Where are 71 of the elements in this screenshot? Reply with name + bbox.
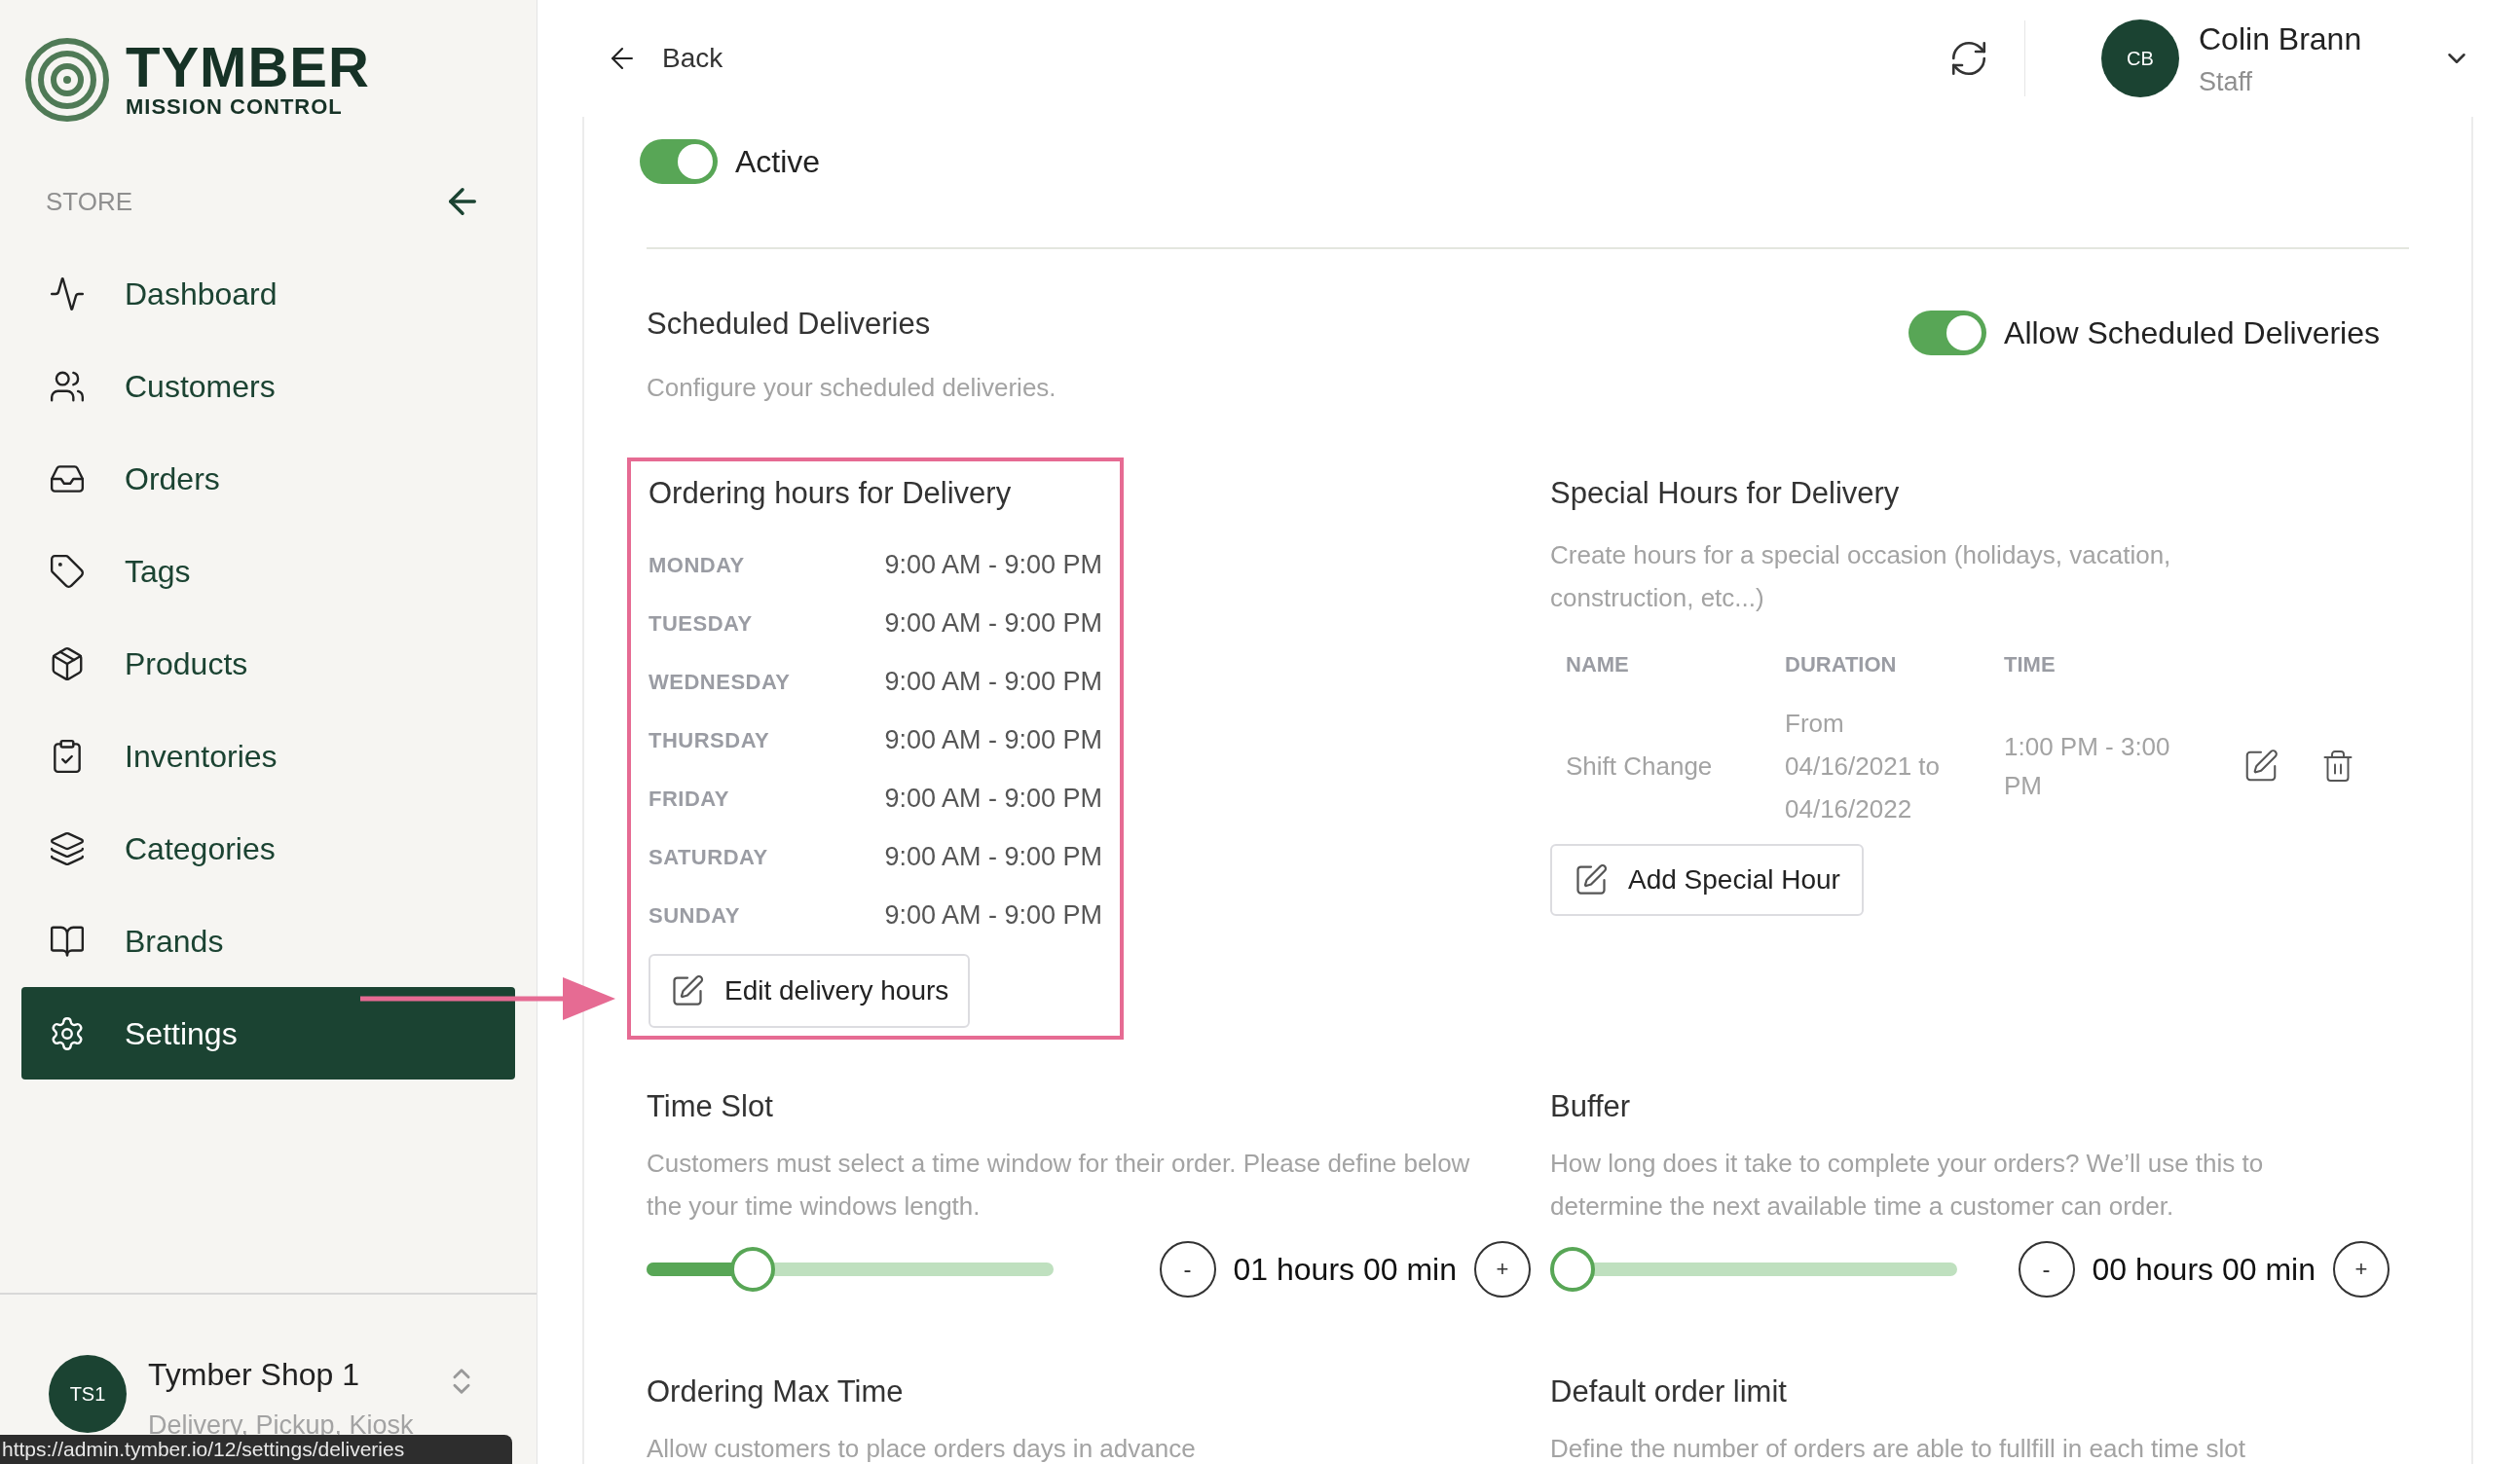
nav-item[interactable]: Customers bbox=[21, 340, 515, 432]
nav-item[interactable]: Products bbox=[21, 617, 515, 710]
decrement-button[interactable]: - bbox=[1159, 1240, 1216, 1298]
column-header: TIME bbox=[2004, 651, 2057, 678]
increment-button[interactable]: + bbox=[2333, 1240, 2390, 1298]
section-description: How long does it take to complete your orders? We’ll use this to determine the next available time a customer can order. bbox=[1550, 1147, 2265, 1223]
toggle-label: Active bbox=[735, 143, 821, 181]
section-description: Define the number of orders are able to fullfill in each time slot bbox=[1550, 1433, 2246, 1464]
toggle-label: Allow Scheduled Deliveries bbox=[2004, 314, 2380, 352]
day-hours: 9:00 AM - 9:00 PM bbox=[884, 606, 1102, 640]
nav-item[interactable]: Settings bbox=[21, 987, 515, 1080]
shop-avatar: TS1 bbox=[49, 1355, 127, 1433]
day-label: WEDNESDAY bbox=[649, 668, 791, 696]
day-label: THURSDAY bbox=[649, 726, 770, 754]
nav-item[interactable]: Tags bbox=[21, 525, 515, 617]
column-header: NAME bbox=[1566, 651, 1630, 678]
pulse-icon bbox=[49, 274, 86, 312]
toggle-switch[interactable] bbox=[640, 139, 718, 184]
nav-item[interactable]: Categories bbox=[21, 802, 515, 895]
day-hours: 9:00 AM - 9:00 PM bbox=[884, 665, 1102, 698]
layers-icon bbox=[49, 829, 86, 867]
section-title: Scheduled Deliveries bbox=[647, 306, 932, 343]
section-description: Allow customers to place orders days in advance bbox=[647, 1433, 1197, 1464]
table-cell-text: Shift Change bbox=[1566, 750, 1714, 783]
column-header: DURATION bbox=[1785, 651, 1898, 678]
section-title: Special Hours for Delivery bbox=[1550, 474, 1901, 512]
brand-tagline: MISSION CONTROL bbox=[126, 94, 344, 120]
nav-item[interactable]: Brands bbox=[21, 895, 515, 987]
day-label: SUNDAY bbox=[649, 901, 740, 930]
day-hours: 9:00 AM - 9:00 PM bbox=[884, 840, 1102, 873]
user-role: Staff bbox=[2199, 65, 2254, 98]
section-title: Buffer bbox=[1550, 1088, 1632, 1125]
day-label: MONDAY bbox=[649, 551, 745, 579]
decrement-button[interactable]: - bbox=[2018, 1240, 2075, 1298]
section-title: Default order limit bbox=[1550, 1372, 1788, 1410]
add-special-hour-button[interactable]: Add Special Hour bbox=[1550, 844, 1864, 916]
day-hours: 9:00 AM - 9:00 PM bbox=[884, 548, 1102, 581]
edit-icon bbox=[1574, 862, 1609, 897]
brand-name: TYMBER bbox=[126, 40, 370, 94]
section-description: Create hours for a special occasion (holidays, vacation, construction, etc...) bbox=[1550, 539, 2172, 614]
duration-value: 00 hours 00 min bbox=[2092, 1250, 2316, 1289]
logo-icon bbox=[24, 37, 110, 123]
table-cell-text: 1:00 PM - 3:00 PM bbox=[2004, 731, 2171, 802]
day-label: SATURDAY bbox=[649, 843, 768, 871]
duration-value: 01 hours 00 min bbox=[1233, 1250, 1457, 1289]
day-hours: 9:00 AM - 9:00 PM bbox=[884, 782, 1102, 815]
table-cell-text: From 04/16/2021 to 04/16/2022 bbox=[1785, 708, 1942, 825]
day-label: TUESDAY bbox=[649, 609, 753, 638]
section-label: STORE bbox=[46, 185, 133, 218]
tag-icon bbox=[49, 552, 86, 590]
section-title: Time Slot bbox=[647, 1088, 774, 1125]
shop-name: Tymber Shop 1 bbox=[148, 1356, 360, 1394]
back-button[interactable]: Back bbox=[606, 38, 723, 79]
nav-item[interactable]: Dashboard bbox=[21, 247, 515, 340]
day-hours: 9:00 AM - 9:00 PM bbox=[884, 723, 1102, 756]
edit-hours-button[interactable]: Edit delivery hours bbox=[649, 954, 971, 1028]
section-description: Customers must select a time window for their order. Please define below the your time windows length. bbox=[647, 1147, 1471, 1223]
card-title: Ordering hours for Delivery bbox=[649, 474, 1013, 512]
section-title: Ordering Max Time bbox=[647, 1372, 905, 1410]
section-description: Configure your scheduled deliveries. bbox=[647, 371, 1056, 404]
increment-button[interactable]: + bbox=[1474, 1240, 1531, 1298]
user-name: Colin Brann bbox=[2199, 19, 2363, 58]
day-hours: 9:00 AM - 9:00 PM bbox=[884, 898, 1102, 932]
nav-item[interactable]: Inventories bbox=[21, 710, 515, 802]
edit-icon bbox=[670, 973, 705, 1008]
user-avatar: CB bbox=[2101, 19, 2179, 97]
status-url: https://admin.tymber.io/12/settings/deliveries bbox=[0, 1435, 512, 1464]
toggle-switch[interactable] bbox=[1909, 311, 1987, 355]
day-label: FRIDAY bbox=[649, 785, 729, 813]
nav-item[interactable]: Orders bbox=[21, 432, 515, 525]
slider-thumb[interactable] bbox=[1550, 1246, 1595, 1292]
